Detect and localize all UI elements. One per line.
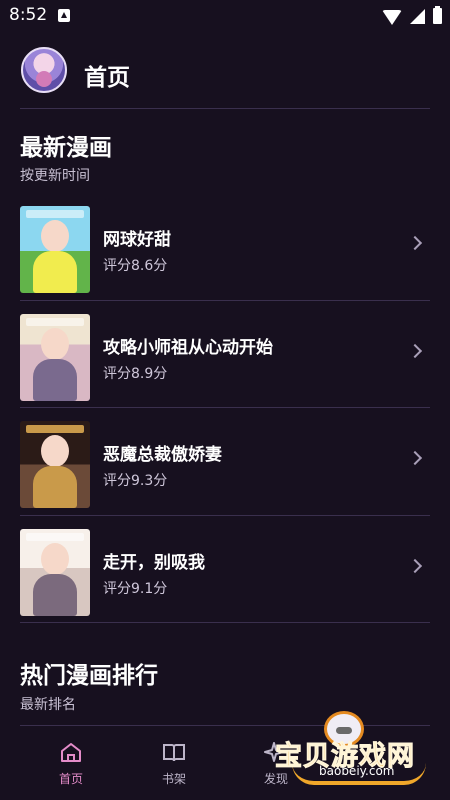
chevron-right-icon — [407, 343, 423, 358]
signal-icon — [410, 8, 425, 24]
row-divider — [20, 622, 430, 623]
app-screen: 8:52 首页 最新漫画 按更新时间 网球好甜 评分8.6分 攻略小师祖从心动开 — [0, 0, 450, 800]
a-notification-icon — [58, 9, 70, 22]
comic-cover-image — [20, 206, 90, 293]
comic-rating: 评分8.6分 — [103, 258, 168, 274]
nav-bookshelf-label: 书架 — [161, 772, 186, 786]
status-time: 8:52 — [9, 5, 48, 25]
nav-bookshelf[interactable]: 书架 — [126, 728, 222, 800]
comic-list-item[interactable]: 网球好甜 评分8.6分 — [0, 200, 450, 308]
battery-icon — [433, 6, 442, 24]
home-icon — [61, 743, 81, 762]
avatar-icon[interactable] — [21, 47, 67, 93]
popular-section-title: 热门漫画排行 — [20, 663, 158, 689]
comic-title: 攻略小师祖从心动开始 — [103, 337, 273, 358]
latest-comic-list: 网球好甜 评分8.6分 攻略小师祖从心动开始 评分8.9分 恶魔总裁傲娇妻 评分… — [0, 200, 450, 630]
chevron-right-icon — [407, 450, 423, 466]
book-icon — [163, 744, 185, 762]
watermark: 宝贝游戏网 baobeiy.com — [268, 708, 450, 800]
row-divider — [20, 299, 430, 301]
comic-list-item[interactable]: 恶魔总裁傲娇妻 评分9.3分 — [0, 415, 450, 523]
watermark-url: baobeiy.com — [319, 764, 395, 778]
chevron-right-icon — [407, 235, 423, 251]
page-title: 首页 — [84, 65, 130, 91]
popular-section-subtitle: 最新排名 — [20, 697, 76, 713]
header-divider — [20, 108, 430, 109]
nav-home-label: 首页 — [58, 772, 83, 786]
comic-title: 走开，别吸我 — [103, 552, 205, 573]
header: 首页 — [0, 38, 450, 104]
comic-cover-image — [20, 313, 90, 401]
comic-rating: 评分8.9分 — [103, 365, 168, 382]
comic-rating: 评分9.1分 — [103, 580, 168, 597]
comic-list-item[interactable]: 攻略小师祖从心动开始 评分8.9分 — [0, 308, 450, 416]
comic-title: 网球好甜 — [103, 230, 171, 250]
row-divider — [20, 514, 430, 516]
latest-section-subtitle: 按更新时间 — [20, 168, 90, 184]
status-icons — [382, 6, 442, 26]
comic-rating: 评分9.3分 — [103, 473, 168, 489]
comic-cover-image — [20, 421, 90, 508]
comic-cover-image — [20, 528, 90, 616]
row-divider — [20, 407, 430, 408]
status-bar: 8:52 — [0, 0, 450, 32]
nav-home[interactable]: 首页 — [23, 728, 119, 800]
comic-list-item[interactable]: 走开，别吸我 评分9.1分 — [0, 523, 450, 631]
wifi-icon — [382, 9, 402, 25]
comic-title: 恶魔总裁傲娇妻 — [103, 445, 222, 465]
chevron-right-icon — [407, 558, 423, 573]
latest-section-title: 最新漫画 — [20, 135, 112, 161]
